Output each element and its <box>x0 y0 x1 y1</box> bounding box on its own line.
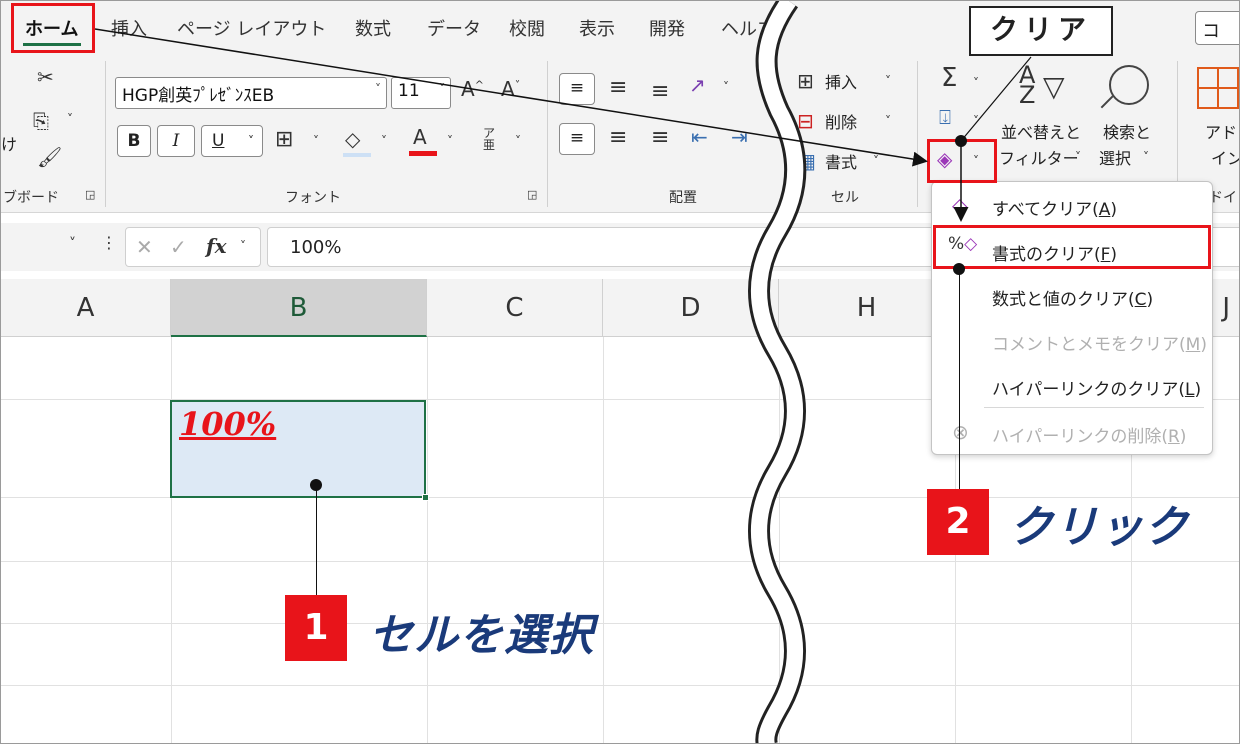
annotation-arrows <box>94 28 1032 222</box>
clear-callout: クリア <box>969 6 1113 56</box>
step-2-number: 2 <box>927 489 989 555</box>
excel-window: ホーム 挿入 ページ レイアウト 数式 データ 校閲 表示 開発 ヘルプ コ ✂… <box>0 0 1240 744</box>
annotation-leader <box>316 485 317 595</box>
step-2-text: クリック <box>1009 502 1189 553</box>
annotation-dot <box>955 135 967 147</box>
step-1-text: セルを選択 <box>369 610 594 661</box>
annotation-leader <box>959 269 960 495</box>
step-1-number: 1 <box>285 595 347 661</box>
